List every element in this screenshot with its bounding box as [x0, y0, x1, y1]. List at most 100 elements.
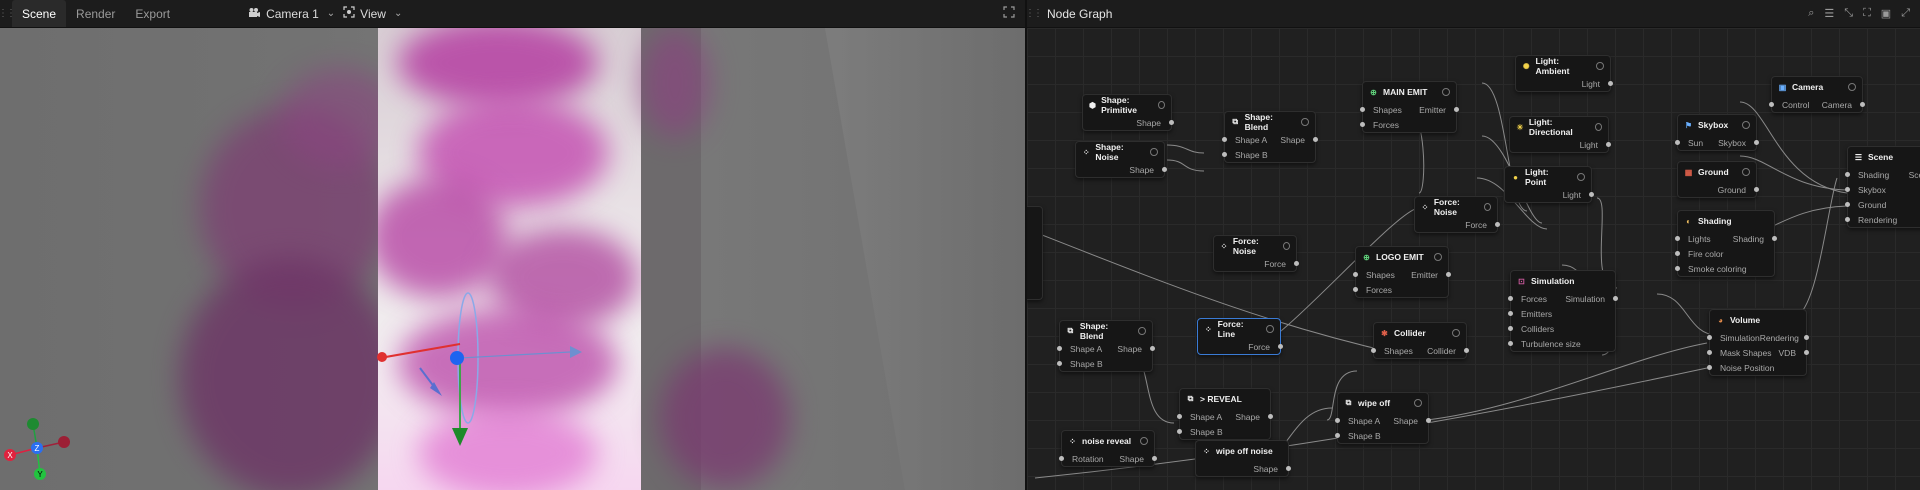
- node-wipe-off-noise[interactable]: ⁘ wipe off noise Shape: [1195, 440, 1291, 477]
- node-wipe-off[interactable]: ⧉ wipe off Shape A Shape Shape B: [1335, 392, 1431, 444]
- input-socket[interactable]: [1845, 217, 1850, 222]
- input-socket[interactable]: [1177, 414, 1182, 419]
- camera-select[interactable]: Camera 1: [240, 0, 327, 27]
- node-skybox[interactable]: ⚑ Skybox Sun Skybox: [1675, 114, 1759, 151]
- input-socket[interactable]: [1353, 287, 1358, 292]
- node-volume[interactable]: ◕ Volume Simulation Rendering Mask Shapes V…: [1707, 309, 1809, 376]
- list-icon[interactable]: ☰: [1824, 7, 1834, 20]
- power-icon[interactable]: [1266, 325, 1274, 333]
- input-socket[interactable]: [1222, 137, 1227, 142]
- output-socket[interactable]: [1495, 222, 1500, 227]
- view-menu[interactable]: View: [335, 0, 394, 27]
- node-collider[interactable]: ✱ Collider Shapes Collider: [1371, 322, 1469, 359]
- input-socket[interactable]: [1371, 348, 1376, 353]
- frame-selected-icon[interactable]: ▣: [1881, 7, 1891, 20]
- input-socket[interactable]: [1845, 172, 1850, 177]
- power-icon[interactable]: [1742, 121, 1750, 129]
- output-socket[interactable]: [1589, 192, 1594, 197]
- node-force-noise[interactable]: ⁘ Force: Noise Force: [1213, 235, 1299, 272]
- transform-gizmo[interactable]: [360, 288, 660, 488]
- input-socket[interactable]: [1508, 311, 1513, 316]
- input-socket[interactable]: [1707, 335, 1712, 340]
- node-light-point[interactable]: ● Light: Point Light: [1504, 166, 1594, 203]
- node-shape-blend[interactable]: ⧉ Shape: Blend Shape A Shape Shape B: [1057, 320, 1155, 372]
- power-icon[interactable]: [1301, 118, 1309, 126]
- power-icon[interactable]: [1434, 253, 1442, 261]
- output-socket[interactable]: [1754, 187, 1759, 192]
- input-socket[interactable]: [1335, 433, 1340, 438]
- input-socket[interactable]: [1845, 202, 1850, 207]
- input-socket[interactable]: [1675, 140, 1680, 145]
- input-socket[interactable]: [1508, 326, 1513, 331]
- output-socket[interactable]: [1286, 466, 1291, 471]
- output-socket[interactable]: [1772, 236, 1777, 241]
- output-socket[interactable]: [1608, 81, 1613, 86]
- output-socket[interactable]: [1426, 418, 1431, 423]
- output-socket[interactable]: [1162, 167, 1167, 172]
- tab-render[interactable]: Render: [66, 0, 125, 27]
- output-socket[interactable]: [1454, 107, 1459, 112]
- input-socket[interactable]: [1057, 346, 1062, 351]
- node-shape-blend[interactable]: ⧉ Shape: Blend Shape A Shape Shape B: [1222, 111, 1318, 163]
- 3d-viewport[interactable]: X Y Z: [0, 28, 1025, 490]
- power-icon[interactable]: [1596, 62, 1604, 70]
- output-socket[interactable]: [1294, 261, 1299, 266]
- output-socket[interactable]: [1860, 102, 1865, 107]
- node-shading[interactable]: ◐ Shading Lights Shading Fire color Smoke …: [1675, 210, 1777, 277]
- node-logo-emit[interactable]: ⊕ LOGO EMIT Shapes Emitter Forces: [1353, 246, 1451, 298]
- drag-handle-icon[interactable]: ⋮⋮: [1027, 0, 1043, 27]
- output-socket[interactable]: [1268, 414, 1273, 419]
- node-camera[interactable]: ▣ Camera Control Camera: [1769, 76, 1865, 113]
- tab-export[interactable]: Export: [125, 0, 180, 27]
- input-socket[interactable]: [1675, 236, 1680, 241]
- maximize-icon[interactable]: [1003, 6, 1025, 21]
- input-socket[interactable]: [1675, 266, 1680, 271]
- node-shape-primitive[interactable]: ⬢ Shape: Primitive Shape: [1082, 94, 1174, 131]
- drag-handle-icon[interactable]: ⋮⋮: [0, 0, 16, 27]
- node-ground[interactable]: ▦ Ground Ground: [1677, 161, 1759, 198]
- input-socket[interactable]: [1675, 251, 1680, 256]
- output-socket[interactable]: [1278, 344, 1283, 349]
- power-icon[interactable]: [1138, 327, 1146, 335]
- output-socket[interactable]: [1606, 142, 1611, 147]
- input-socket[interactable]: [1222, 152, 1227, 157]
- frame-all-icon[interactable]: ⛶: [1863, 7, 1871, 20]
- power-icon[interactable]: [1140, 437, 1148, 445]
- chevron-down-icon[interactable]: ⌄: [327, 8, 335, 19]
- maximize-icon[interactable]: ⤢: [1901, 7, 1910, 20]
- node-light-directional[interactable]: ☀ Light: Directional Light: [1509, 116, 1611, 153]
- tab-scene[interactable]: Scene: [12, 0, 67, 27]
- input-socket[interactable]: [1845, 187, 1850, 192]
- node-partial-offscreen[interactable]: [1027, 206, 1043, 300]
- input-socket[interactable]: [1360, 122, 1365, 127]
- node-scene[interactable]: ☰ Scene Shading Scen Skybox Ground Renderi…: [1845, 146, 1920, 228]
- input-socket[interactable]: [1057, 361, 1062, 366]
- output-socket[interactable]: [1313, 137, 1318, 142]
- search-icon[interactable]: ⌕: [1808, 7, 1814, 20]
- node-canvas[interactable]: ⬢ Shape: Primitive Shape ⁘ Shape: Noise Sh…: [1027, 28, 1920, 490]
- input-socket[interactable]: [1707, 365, 1712, 370]
- input-socket[interactable]: [1769, 102, 1774, 107]
- node-simulation[interactable]: ⊡ Simulation Forces Simulation Emitters Co…: [1508, 270, 1618, 352]
- output-socket[interactable]: [1613, 296, 1618, 301]
- output-socket[interactable]: [1804, 350, 1809, 355]
- input-socket[interactable]: [1177, 429, 1182, 434]
- collapse-icon[interactable]: ⤡: [1844, 7, 1853, 20]
- input-socket[interactable]: [1508, 341, 1513, 346]
- power-icon[interactable]: [1414, 399, 1422, 407]
- output-socket[interactable]: [1754, 140, 1759, 145]
- output-socket[interactable]: [1464, 348, 1469, 353]
- power-icon[interactable]: [1442, 88, 1450, 96]
- input-socket[interactable]: [1353, 272, 1358, 277]
- input-socket[interactable]: [1360, 107, 1365, 112]
- power-icon[interactable]: [1282, 242, 1290, 250]
- input-socket[interactable]: [1707, 350, 1712, 355]
- node-main-emit[interactable]: ⊕ MAIN EMIT Shapes Emitter Forces: [1360, 81, 1459, 133]
- node-force-noise[interactable]: ⁘ Force: Noise Force: [1414, 196, 1500, 233]
- axis-orientation-widget[interactable]: X Y Z: [0, 413, 80, 490]
- power-icon[interactable]: [1594, 123, 1602, 131]
- input-socket[interactable]: [1335, 418, 1340, 423]
- power-icon[interactable]: [1150, 148, 1158, 156]
- output-socket[interactable]: [1169, 120, 1174, 125]
- node-light-ambient[interactable]: ✺ Light: Ambient Light: [1515, 55, 1613, 92]
